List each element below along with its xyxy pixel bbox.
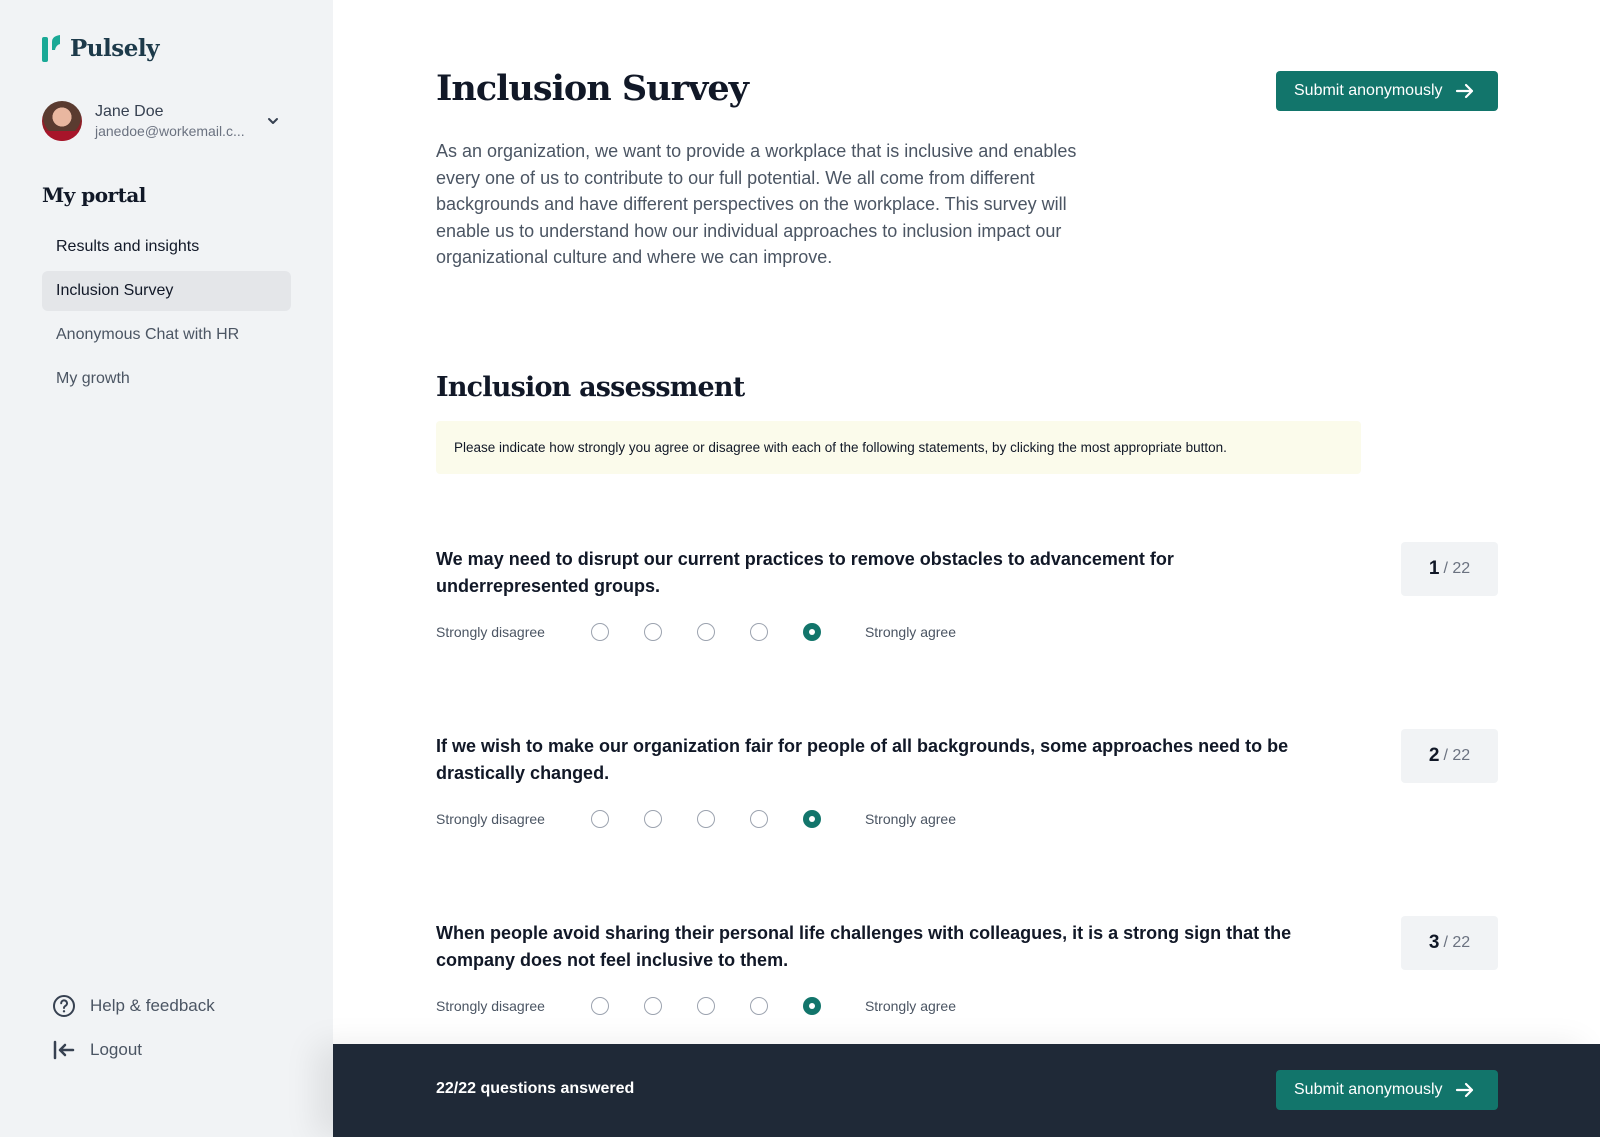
portal-title: My portal	[42, 183, 146, 207]
radio-group	[590, 997, 821, 1015]
user-name: Jane Doe	[95, 103, 164, 120]
scale-low-label: Strongly disagree	[436, 998, 545, 1014]
question-text: When people avoid sharing their personal…	[436, 923, 1292, 970]
radio-group	[590, 623, 821, 641]
question-text: If we wish to make our organization fair…	[436, 736, 1289, 783]
sidebar: Pulsely Jane Doe janedoe@workemail.c... …	[0, 0, 333, 1137]
likert-radio-2[interactable]	[643, 997, 662, 1015]
question-text: We may need to disrupt our current pract…	[436, 549, 1174, 596]
help-circle-icon	[53, 995, 75, 1017]
sidebar-item-inclusion-survey[interactable]: Inclusion Survey	[42, 271, 291, 311]
scale-high-label: Strongly agree	[864, 624, 957, 640]
footer-submit-anonymously-button[interactable]: Submit anonymously	[1276, 1070, 1498, 1110]
likert-scale: Strongly disagree Strongly agree	[436, 622, 956, 642]
logout-label: Logout	[90, 1040, 142, 1059]
likert-radio-3[interactable]	[696, 810, 715, 828]
scale-low-label: Strongly disagree	[436, 624, 545, 640]
question-item: We may need to disrupt our current pract…	[436, 542, 1498, 666]
arrow-right-icon	[1455, 1082, 1473, 1098]
likert-scale: Strongly disagree Strongly agree	[436, 809, 956, 829]
likert-radio-4[interactable]	[749, 623, 768, 641]
likert-radio-4[interactable]	[749, 997, 768, 1015]
app-name: Pulsely	[70, 34, 159, 62]
help-feedback-link[interactable]: Help & feedback	[52, 993, 215, 1019]
question-counter: 2 / 22	[1401, 729, 1498, 783]
submit-anonymously-button[interactable]: Submit anonymously	[1276, 71, 1498, 111]
question-counter: 3 / 22	[1401, 916, 1498, 970]
scale-low-label: Strongly disagree	[436, 811, 545, 827]
likert-radio-5[interactable]	[802, 810, 821, 828]
likert-radio-3[interactable]	[696, 997, 715, 1015]
question-counter: 1 / 22	[1401, 542, 1498, 596]
scale-high-label: Strongly agree	[864, 998, 957, 1014]
likert-radio-1[interactable]	[590, 810, 609, 828]
help-feedback-label: Help & feedback	[90, 996, 215, 1015]
likert-radio-1[interactable]	[590, 997, 609, 1015]
chevron-down-icon[interactable]	[266, 114, 280, 128]
main-content: Inclusion Survey Submit anonymously As a…	[333, 0, 1600, 1137]
likert-radio-1[interactable]	[590, 623, 609, 641]
question-item: If we wish to make our organization fair…	[436, 729, 1498, 853]
arrow-right-icon	[1455, 83, 1473, 99]
instructions-notice: Please indicate how strongly you agree o…	[436, 421, 1361, 474]
section-title: Inclusion assessment	[436, 372, 745, 403]
sidebar-item-results-and-insights[interactable]: Results and insights	[42, 227, 291, 267]
likert-scale: Strongly disagree Strongly agree	[436, 996, 956, 1016]
footer-submit-label: Submit anonymously	[1294, 1081, 1443, 1098]
page-title: Inclusion Survey	[436, 68, 749, 109]
user-menu[interactable]: Jane Doe janedoe@workemail.c...	[42, 101, 292, 141]
user-email: janedoe@workemail.c...	[95, 123, 245, 139]
question-total: / 22	[1443, 560, 1471, 577]
question-number: 2	[1428, 745, 1440, 766]
question-number: 3	[1428, 932, 1440, 953]
logout-link[interactable]: Logout	[52, 1037, 215, 1063]
question-item: When people avoid sharing their personal…	[436, 916, 1498, 1040]
answered-status: 22/22 questions answered	[436, 1080, 635, 1097]
submit-label: Submit anonymously	[1294, 82, 1443, 99]
avatar	[42, 101, 82, 141]
likert-radio-4[interactable]	[749, 810, 768, 828]
sidebar-item-my-growth[interactable]: My growth	[42, 359, 291, 399]
likert-radio-2[interactable]	[643, 810, 662, 828]
submit-footer-bar: 22/22 questions answered Submit anonymou…	[333, 1044, 1600, 1137]
sidebar-nav: Results and insights Inclusion Survey An…	[42, 227, 291, 403]
logo[interactable]: Pulsely	[42, 34, 159, 62]
radio-group	[590, 810, 821, 828]
likert-radio-3[interactable]	[696, 623, 715, 641]
likert-radio-5[interactable]	[802, 997, 821, 1015]
survey-intro: As an organization, we want to provide a…	[436, 141, 1077, 268]
question-total: / 22	[1443, 934, 1471, 951]
logout-arrow-icon	[53, 1040, 75, 1060]
likert-radio-5[interactable]	[802, 623, 821, 641]
sidebar-item-anonymous-chat[interactable]: Anonymous Chat with HR	[42, 315, 291, 355]
question-total: / 22	[1443, 747, 1471, 764]
scale-high-label: Strongly agree	[864, 811, 957, 827]
pulsely-logo-icon	[42, 35, 60, 62]
likert-radio-2[interactable]	[643, 623, 662, 641]
question-number: 1	[1428, 558, 1440, 579]
